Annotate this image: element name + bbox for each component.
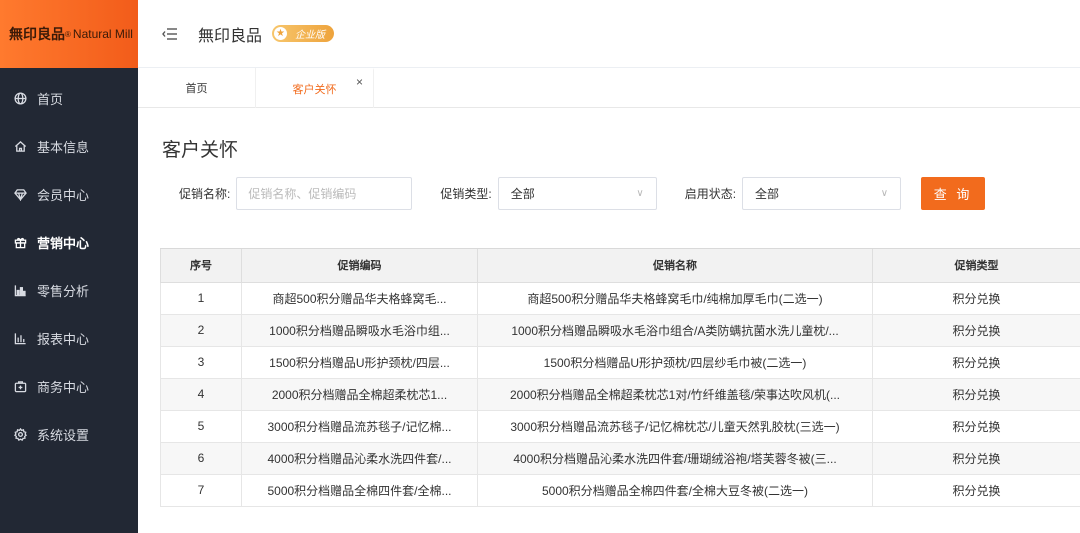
promo-name-input[interactable]: 促销名称、促销编码 (236, 176, 413, 210)
sidebar-item-label: 零售分析 (37, 283, 90, 299)
table-row[interactable]: 4 2000积分档赠品全棉超柔枕芯1... 2000积分档赠品全棉超柔枕芯1对/… (160, 377, 1080, 411)
gear-icon (13, 427, 27, 441)
column-header-name[interactable]: 促销名称 (477, 249, 873, 283)
cell-name: 4000积分档赠品沁柔水洗四件套/珊瑚绒浴袍/塔芙蓉冬被(三... (477, 441, 873, 475)
table-row[interactable]: 6 4000积分档赠品沁柔水洗四件套/... 4000积分档赠品沁柔水洗四件套/… (160, 441, 1080, 475)
promo-type-label: 促销类型: (440, 186, 492, 201)
cell-type: 积分兑换 (872, 441, 1080, 475)
bar-chart-icon (13, 283, 27, 297)
sidebar-item-reports[interactable]: 报表中心 (0, 314, 138, 362)
tab-label: 客户关怀 (292, 84, 337, 96)
cell-no: 7 (160, 473, 242, 507)
cell-name: 商超500积分赠品华夫格蜂窝毛巾/纯棉加厚毛巾(二选一) (477, 281, 873, 315)
globe-icon (13, 91, 27, 105)
sidebar-item-label: 会员中心 (37, 187, 90, 203)
cell-name: 1000积分档赠品瞬吸水毛浴巾组合/A类防螨抗菌水洗儿童枕/... (477, 313, 873, 347)
sidebar-item-label: 系统设置 (37, 427, 90, 443)
cell-name: 3000积分档赠品流苏毯子/记忆棉枕芯/儿童天然乳胶枕(三选一) (477, 409, 873, 443)
sidebar-item-label: 首页 (37, 91, 64, 107)
briefcase-icon (13, 379, 27, 393)
cell-no: 6 (160, 441, 242, 475)
filter-bar: 促销名称: 促销名称、促销编码 促销类型: 全部 ∨ 启用状态: 全部 ∨ 查 … (160, 176, 986, 210)
cell-no: 4 (160, 377, 242, 411)
table-row[interactable]: 1 商超500积分赠品华夫格蜂窝毛... 商超500积分赠品华夫格蜂窝毛巾/纯棉… (160, 281, 1080, 315)
page-tabs: 首页 客户关怀 × (138, 68, 1080, 108)
sidebar-item-settings[interactable]: 系统设置 (0, 410, 138, 458)
logo-registered-mark: ® (65, 29, 71, 39)
gift-icon (13, 235, 27, 249)
cell-name: 1500积分档赠品U形护颈枕/四层纱毛巾被(二选一) (477, 345, 873, 379)
table-row[interactable]: 3 1500积分档赠品U形护颈枕/四层... 1500积分档赠品U形护颈枕/四层… (160, 345, 1080, 379)
brand-title: 無印良品 (198, 27, 263, 45)
tab-label: 首页 (185, 83, 208, 95)
tab-home[interactable]: 首页 (138, 68, 256, 108)
logo-text-cn: 無印良品 (9, 26, 65, 42)
table-header-row: 序号 促销编码 促销名称 促销类型 (160, 249, 1080, 283)
report-icon (13, 331, 27, 345)
cell-no: 1 (160, 281, 242, 315)
sidebar-item-retail-analysis[interactable]: 零售分析 (0, 266, 138, 314)
promo-name-placeholder: 促销名称、促销编码 (248, 186, 357, 201)
sidebar-item-business[interactable]: 商务中心 (0, 362, 138, 410)
column-header-no[interactable]: 序号 (160, 249, 242, 283)
table-row[interactable]: 7 5000积分档赠品全棉四件套/全棉... 5000积分档赠品全棉四件套/全棉… (160, 473, 1080, 507)
cell-name: 2000积分档赠品全棉超柔枕芯1对/竹纤维盖毯/荣事达吹风机(... (477, 377, 873, 411)
sidebar-item-members[interactable]: 会员中心 (0, 170, 138, 218)
cell-type: 积分兑换 (872, 281, 1080, 315)
edition-label: 企业版 (295, 30, 326, 41)
close-icon[interactable]: × (356, 75, 363, 89)
column-header-code[interactable]: 促销编码 (241, 249, 478, 283)
cell-code: 3000积分档赠品流苏毯子/记忆棉... (241, 409, 478, 443)
menu-collapse-icon[interactable] (162, 27, 178, 41)
chevron-down-icon: ∨ (880, 187, 889, 199)
sidebar-nav: 首页 基本信息 会员中心 营销中心 零售分析 报表中心 商务中心 系统设置 (0, 68, 138, 458)
cell-type: 积分兑换 (872, 409, 1080, 443)
sidebar-item-label: 营销中心 (37, 235, 90, 251)
tab-customer-care[interactable]: 客户关怀 × (256, 68, 374, 108)
star-icon: ★ (274, 27, 288, 40)
cell-type: 积分兑换 (872, 313, 1080, 347)
cell-name: 5000积分档赠品全棉四件套/全棉大豆冬被(二选一) (477, 473, 873, 507)
cell-no: 3 (160, 345, 242, 379)
query-button[interactable]: 查 询 (921, 176, 986, 210)
home-icon (13, 139, 27, 153)
sidebar-item-label: 商务中心 (37, 379, 90, 395)
table-row[interactable]: 2 1000积分档赠品瞬吸水毛浴巾组... 1000积分档赠品瞬吸水毛浴巾组合/… (160, 313, 1080, 347)
status-select[interactable]: 全部 ∨ (742, 176, 902, 210)
sidebar-item-label: 基本信息 (37, 139, 90, 155)
cell-code: 4000积分档赠品沁柔水洗四件套/... (241, 441, 478, 475)
status-label: 启用状态: (684, 186, 737, 201)
sidebar-item-marketing[interactable]: 营销中心 (0, 218, 138, 266)
cell-type: 积分兑换 (872, 473, 1080, 507)
diamond-icon (13, 187, 27, 201)
sidebar-item-home[interactable]: 首页 (0, 74, 138, 122)
cell-type: 积分兑换 (872, 345, 1080, 379)
promo-type-select[interactable]: 全部 ∨ (497, 176, 657, 210)
cell-code: 商超500积分赠品华夫格蜂窝毛... (241, 281, 478, 315)
cell-code: 1500积分档赠品U形护颈枕/四层... (241, 345, 478, 379)
main-content: 客户关怀 促销名称: 促销名称、促销编码 促销类型: 全部 ∨ 启用状态: 全部… (160, 108, 1080, 533)
app-logo[interactable]: 無印良品 ® Natural Mill (0, 0, 138, 68)
status-value: 全部 (755, 186, 780, 201)
promo-type-value: 全部 (510, 186, 535, 201)
cell-code: 2000积分档赠品全棉超柔枕芯1... (241, 377, 478, 411)
cell-no: 2 (160, 313, 242, 347)
cell-type: 积分兑换 (872, 377, 1080, 411)
promotions-table: 序号 促销编码 促销名称 促销类型 1 商超500积分赠品华夫格蜂窝毛... 商… (160, 248, 1080, 507)
cell-code: 5000积分档赠品全棉四件套/全棉... (241, 473, 478, 507)
cell-code: 1000积分档赠品瞬吸水毛浴巾组... (241, 313, 478, 347)
cell-no: 5 (160, 409, 242, 443)
top-header: 無印良品 ★ 企业版 (138, 0, 1080, 68)
sidebar: 無印良品 ® Natural Mill 首页 基本信息 会员中心 营销中心 零售分… (0, 0, 138, 533)
sidebar-item-label: 报表中心 (37, 331, 90, 347)
page-title: 客户关怀 (162, 140, 239, 161)
promo-name-label: 促销名称: (179, 186, 231, 201)
sidebar-item-basic-info[interactable]: 基本信息 (0, 122, 138, 170)
logo-text-en: Natural Mill (72, 27, 133, 41)
column-header-type[interactable]: 促销类型 (872, 249, 1080, 283)
chevron-down-icon: ∨ (636, 187, 644, 199)
table-row[interactable]: 5 3000积分档赠品流苏毯子/记忆棉... 3000积分档赠品流苏毯子/记忆棉… (160, 409, 1080, 443)
edition-badge: ★ 企业版 (272, 25, 335, 42)
